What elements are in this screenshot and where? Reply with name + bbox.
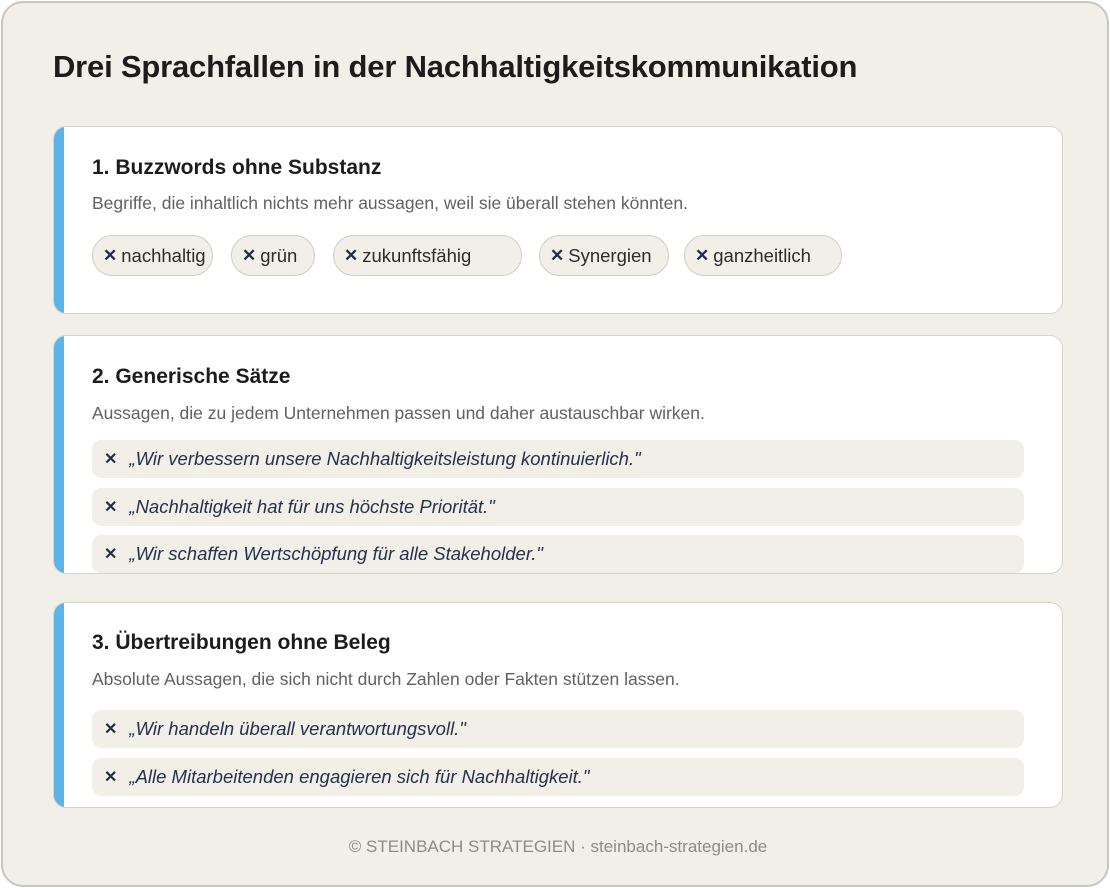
section-heading: 2. Generische Sätze (92, 365, 291, 388)
buzzword-tag: ✕ zukunftsfähig (333, 235, 522, 276)
cross-icon: ✕ (104, 546, 118, 563)
buzzword-tag: ✕ nachhaltig (92, 235, 213, 276)
buzzword-tag: ✕ grün (231, 235, 315, 276)
section-description: Absolute Aussagen, die sich nicht durch … (92, 669, 680, 689)
cross-icon: ✕ (103, 245, 118, 265)
section-generic-sentences: 2. Generische Sätze Aussagen, die zu jed… (53, 335, 1063, 574)
quote-text: „Wir verbessern unsere Nachhaltigkeitsle… (129, 448, 641, 469)
tag-label: zukunftsfähig (362, 244, 472, 266)
page-title: Drei Sprachfallen in der Nachhaltigkeits… (53, 49, 858, 84)
example-quote: ✕ „Wir verbessern unsere Nachhaltigkeits… (92, 440, 1024, 478)
section-description: Aussagen, die zu jedem Unternehmen passe… (92, 403, 705, 423)
buzzword-tag: ✕ ganzheitlich (684, 235, 842, 276)
footer-copyright: © STEINBACH STRATEGIEN · steinbach-strat… (348, 837, 768, 856)
cross-icon: ✕ (104, 499, 118, 516)
section-description: Begriffe, die inhaltlich nichts mehr aus… (92, 193, 688, 213)
example-quote: ✕ „Nachhaltigkeit hat für uns höchste Pr… (92, 488, 1024, 526)
quote-text: „Alle Mitarbeitenden engagieren sich für… (129, 766, 590, 787)
cross-icon: ✕ (104, 769, 118, 786)
cross-icon: ✕ (242, 245, 257, 265)
cross-icon: ✕ (104, 721, 118, 738)
cross-icon: ✕ (104, 451, 118, 468)
example-quote: ✕ „Wir schaffen Wertschöpfung für alle S… (92, 535, 1024, 573)
quote-text: „Nachhaltigkeit hat für uns höchste Prio… (129, 496, 495, 517)
section-buzzwords: 1. Buzzwords ohne Substanz Begriffe, die… (53, 126, 1063, 314)
section-exaggerations: 3. Übertreibungen ohne Beleg Absolute Au… (53, 602, 1063, 808)
quote-text: „Wir handeln überall verantwortungsvoll.… (129, 718, 466, 739)
section-heading: 1. Buzzwords ohne Substanz (92, 156, 382, 179)
cross-icon: ✕ (550, 245, 565, 265)
cross-icon: ✕ (695, 245, 710, 265)
buzzword-tag: ✕ Synergien (539, 235, 669, 276)
quote-text: „Wir schaffen Wertschöpfung für alle Sta… (129, 543, 544, 564)
tag-label: grün (260, 244, 298, 266)
tag-label: ganzheitlich (713, 244, 811, 266)
cross-icon: ✕ (344, 245, 359, 265)
example-quote: ✕ „Wir handeln überall verantwortungsvol… (92, 710, 1024, 748)
page-frame: Drei Sprachfallen in der Nachhaltigkeits… (1, 1, 1109, 887)
tag-label: nachhaltig (121, 244, 206, 266)
section-heading: 3. Übertreibungen ohne Beleg (92, 631, 391, 654)
example-quote: ✕ „Alle Mitarbeitenden engagieren sich f… (92, 758, 1024, 796)
tag-label: Synergien (568, 244, 652, 266)
